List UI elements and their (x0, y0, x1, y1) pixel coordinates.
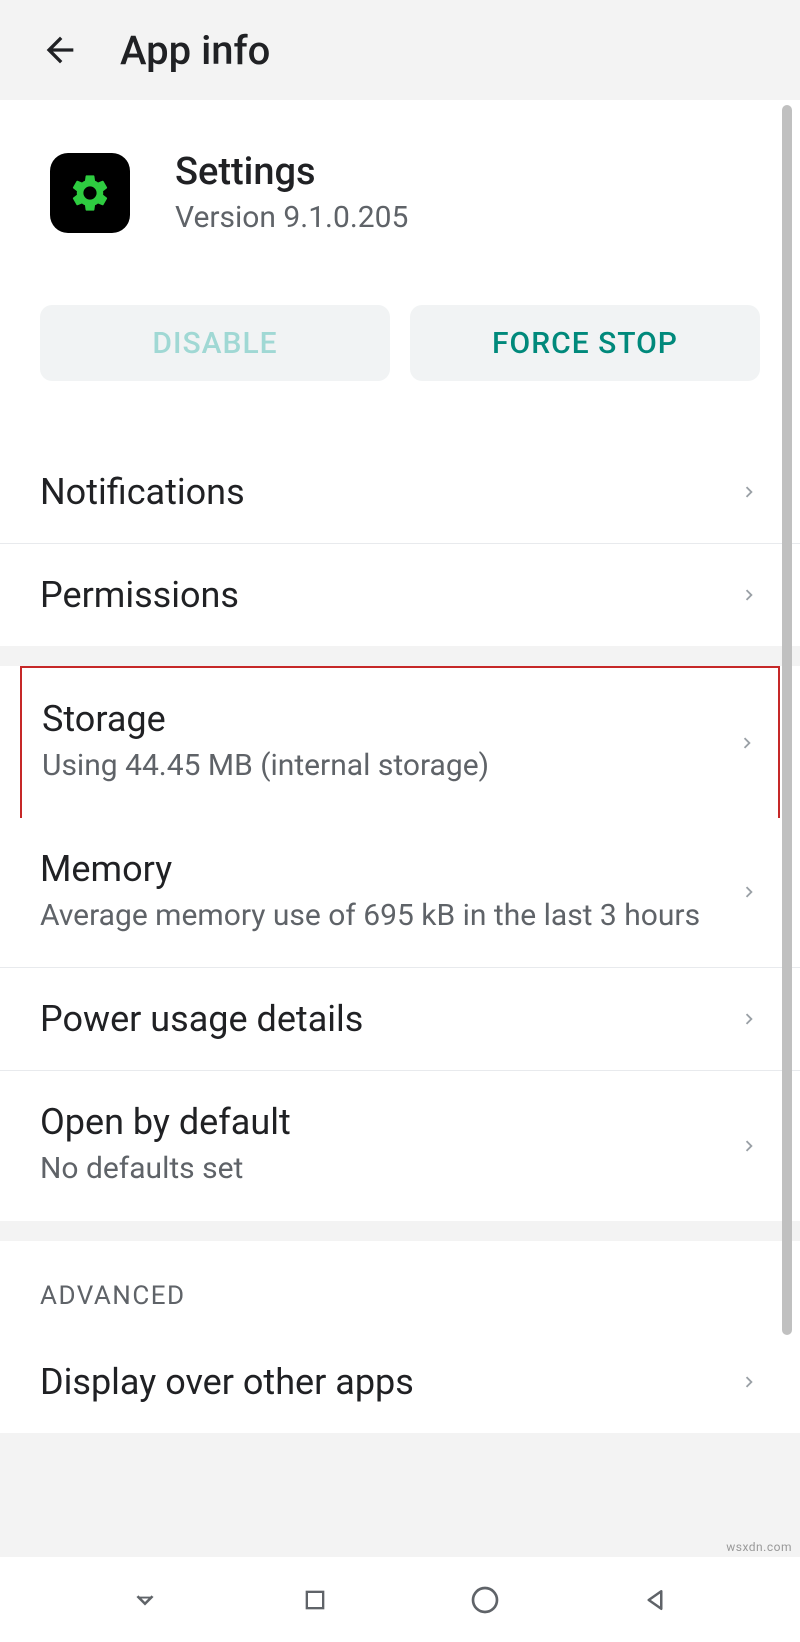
back-button[interactable] (40, 30, 80, 70)
content-area: Settings Version 9.1.0.205 DISABLE FORCE… (0, 100, 800, 1433)
item-title: Storage (42, 698, 736, 740)
app-details: Settings Version 9.1.0.205 (175, 150, 408, 235)
list-section-2: Storage Using 44.45 MB (internal storage… (0, 666, 800, 1221)
chevron-right-icon (738, 481, 760, 503)
item-display-over[interactable]: Display over other apps (0, 1331, 800, 1433)
item-content: Display over other apps (40, 1361, 738, 1403)
force-stop-button[interactable]: FORCE STOP (410, 305, 760, 381)
watermark: wsxdn.com (726, 1540, 792, 1554)
square-icon (301, 1586, 329, 1614)
app-bar: App info (0, 0, 800, 100)
triangle-left-icon (640, 1585, 670, 1615)
item-permissions[interactable]: Permissions (0, 544, 800, 646)
back-arrow-icon (40, 30, 80, 70)
list-section-1: Notifications Permissions (0, 441, 800, 646)
item-title: Open by default (40, 1101, 738, 1143)
chevron-right-icon (738, 1008, 760, 1030)
chevron-right-icon (738, 1371, 760, 1393)
item-storage[interactable]: Storage Using 44.45 MB (internal storage… (20, 666, 780, 818)
item-memory[interactable]: Memory Average memory use of 695 kB in t… (0, 818, 800, 969)
disable-button[interactable]: DISABLE (40, 305, 390, 381)
item-title: Memory (40, 848, 738, 890)
item-content: Notifications (40, 471, 738, 513)
section-divider (0, 1221, 800, 1241)
item-subtitle: Average memory use of 695 kB in the last… (40, 894, 738, 938)
item-content: Open by default No defaults set (40, 1101, 738, 1191)
action-buttons: DISABLE FORCE STOP (0, 275, 800, 441)
chevron-down-icon (130, 1585, 160, 1615)
scrollbar[interactable] (782, 105, 792, 1335)
app-name: Settings (175, 150, 408, 194)
item-title: Power usage details (40, 998, 738, 1040)
chevron-right-icon (738, 1135, 760, 1157)
list-section-3: ADVANCED Display over other apps (0, 1241, 800, 1433)
section-divider (0, 646, 800, 666)
navigation-bar (0, 1557, 800, 1642)
nav-back-button[interactable] (637, 1582, 673, 1618)
nav-menu-button[interactable] (127, 1582, 163, 1618)
item-content: Permissions (40, 574, 738, 616)
item-subtitle: No defaults set (40, 1147, 738, 1191)
item-subtitle: Using 44.45 MB (internal storage) (42, 744, 736, 788)
chevron-right-icon (738, 881, 760, 903)
page-title: App info (120, 27, 270, 74)
chevron-right-icon (736, 732, 758, 754)
item-content: Storage Using 44.45 MB (internal storage… (42, 698, 736, 788)
item-content: Memory Average memory use of 695 kB in t… (40, 848, 738, 938)
item-open-default[interactable]: Open by default No defaults set (0, 1071, 800, 1221)
item-title: Display over other apps (40, 1361, 738, 1403)
item-content: Power usage details (40, 998, 738, 1040)
nav-home-button[interactable] (467, 1582, 503, 1618)
circle-icon (469, 1584, 501, 1616)
item-title: Notifications (40, 471, 738, 513)
item-title: Permissions (40, 574, 738, 616)
app-header: Settings Version 9.1.0.205 (0, 100, 800, 275)
advanced-header: ADVANCED (0, 1241, 800, 1331)
nav-recents-button[interactable] (297, 1582, 333, 1618)
item-notifications[interactable]: Notifications (0, 441, 800, 544)
app-version: Version 9.1.0.205 (175, 200, 408, 235)
app-icon (50, 153, 130, 233)
gear-icon (68, 171, 112, 215)
item-power-usage[interactable]: Power usage details (0, 968, 800, 1071)
chevron-right-icon (738, 584, 760, 606)
